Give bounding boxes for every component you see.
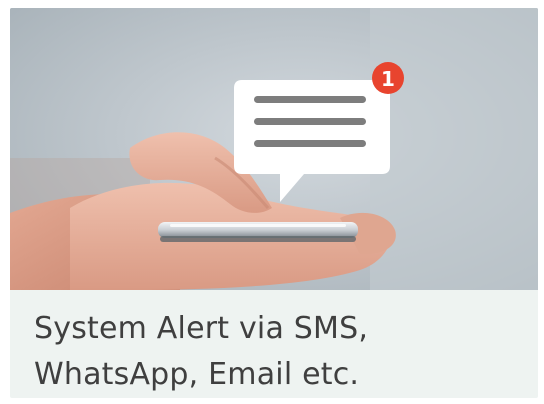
card-caption: System Alert via SMS, WhatsApp, Email et… (34, 306, 524, 398)
smartphone-icon (158, 222, 358, 242)
caption-line-2: WhatsApp, Email etc. (34, 357, 360, 392)
hand-holding-phone-image: 1 (10, 8, 538, 290)
caption-line-1: System Alert via SMS, (34, 311, 369, 346)
alert-feature-card[interactable]: 1 System Alert via SMS, WhatsApp, Email … (10, 8, 538, 398)
notification-count: 1 (381, 67, 395, 91)
notification-badge-icon: 1 (372, 62, 404, 94)
